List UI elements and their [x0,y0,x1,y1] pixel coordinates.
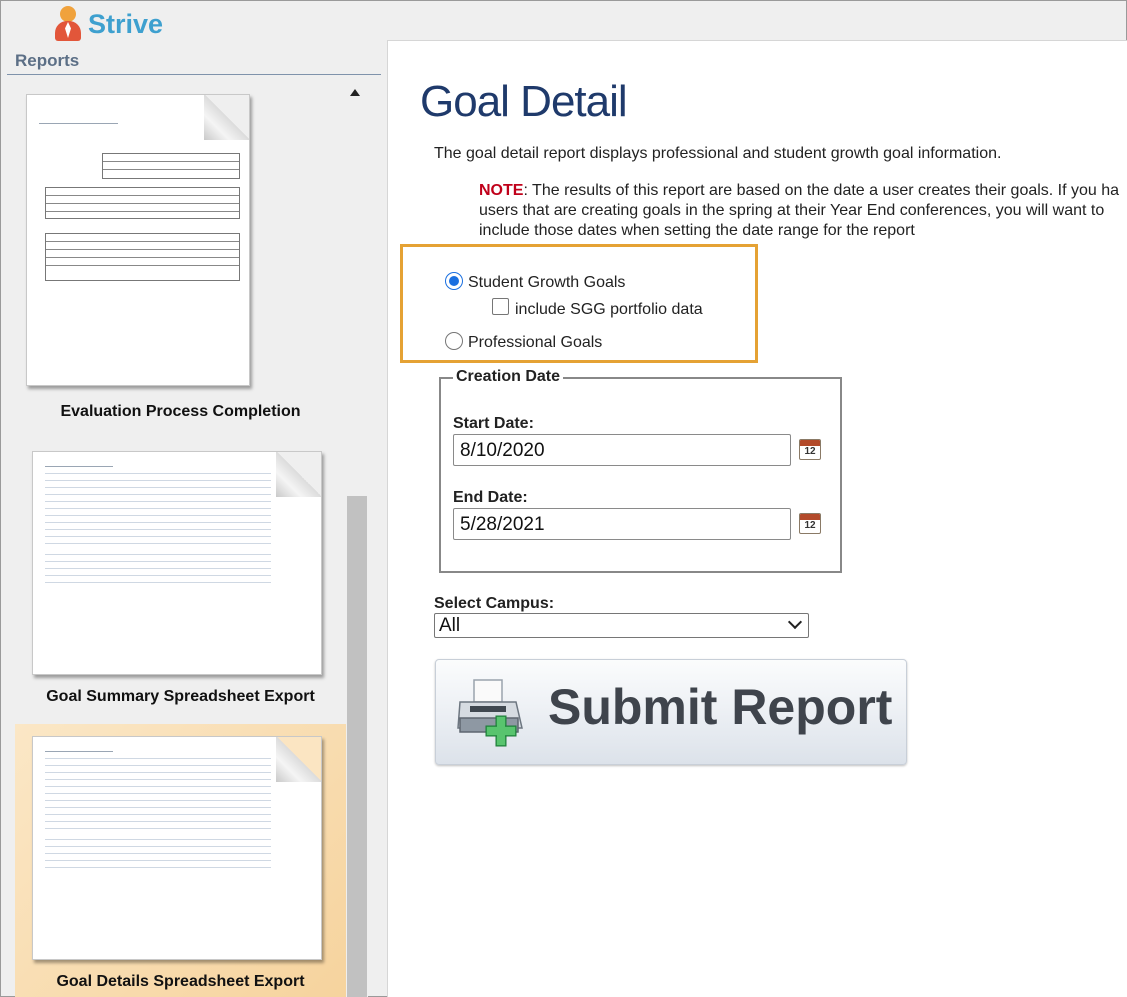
include-sgg-portfolio-label[interactable]: include SGG portfolio data [515,301,703,319]
strive-logo-icon [53,4,85,44]
main-panel: Goal Detail The goal detail report displ… [387,40,1127,997]
chevron-down-icon [787,614,803,630]
report-thumbnail [32,736,322,960]
scroll-up-arrow-icon[interactable] [350,89,360,96]
reports-heading: Reports [15,51,80,70]
brand: Strive [53,3,163,45]
start-date-input[interactable]: 8/10/2020 [453,434,791,466]
start-date-label: Start Date: [453,415,534,432]
include-sgg-portfolio-checkbox[interactable] [492,298,509,315]
report-list: Evaluation Process Completion Goal Summa… [1,79,346,997]
report-thumbnail [26,94,250,386]
end-date-label: End Date: [453,489,528,506]
report-label: Goal Details Spreadsheet Export [56,973,305,990]
end-date-calendar-icon[interactable]: 12 [799,513,821,534]
report-item-evaluation-process-completion[interactable]: Evaluation Process Completion [15,79,346,429]
goal-type-group: Student Growth Goals include SGG portfol… [400,244,758,363]
reports-divider [7,74,381,75]
student-growth-goals-label[interactable]: Student Growth Goals [468,274,625,292]
end-date-input[interactable]: 5/28/2021 [453,508,791,540]
report-item-goal-summary-spreadsheet-export[interactable]: Goal Summary Spreadsheet Export [15,439,346,719]
campus-select[interactable]: All [434,613,809,638]
professional-goals-label[interactable]: Professional Goals [468,334,602,352]
select-campus-label: Select Campus: [434,595,555,612]
professional-goals-radio[interactable] [445,332,463,350]
submit-report-label: Submit Report [548,679,893,735]
report-label: Evaluation Process Completion [60,403,301,420]
brand-name: Strive [88,8,164,39]
campus-selected-value: All [439,615,461,636]
note-line-2: users that are creating goals in the spr… [479,202,1105,219]
scroll-thumb[interactable] [347,496,367,997]
note-line-3: include those dates when setting the dat… [479,222,915,239]
report-description: The goal detail report displays professi… [434,145,1002,162]
report-item-goal-details-spreadsheet-export[interactable]: Goal Details Spreadsheet Export [15,724,346,997]
report-thumbnail [32,451,322,675]
note-line-1: : The results of this report are based o… [523,182,1120,199]
creation-date-legend: Creation Date [453,368,564,386]
page-title: Goal Detail [420,77,628,126]
submit-report-button[interactable]: Submit Report [435,659,907,765]
note-label: NOTE [479,182,524,199]
note: NOTE: The results of this report are bas… [479,181,1127,241]
printer-add-icon [457,679,523,747]
sidebar-scrollbar[interactable] [346,79,368,997]
creation-date-fieldset: Creation Date Start Date: 8/10/2020 12 E… [439,368,842,573]
report-label: Goal Summary Spreadsheet Export [46,688,315,705]
start-date-calendar-icon[interactable]: 12 [799,439,821,460]
student-growth-goals-radio[interactable] [445,272,463,290]
